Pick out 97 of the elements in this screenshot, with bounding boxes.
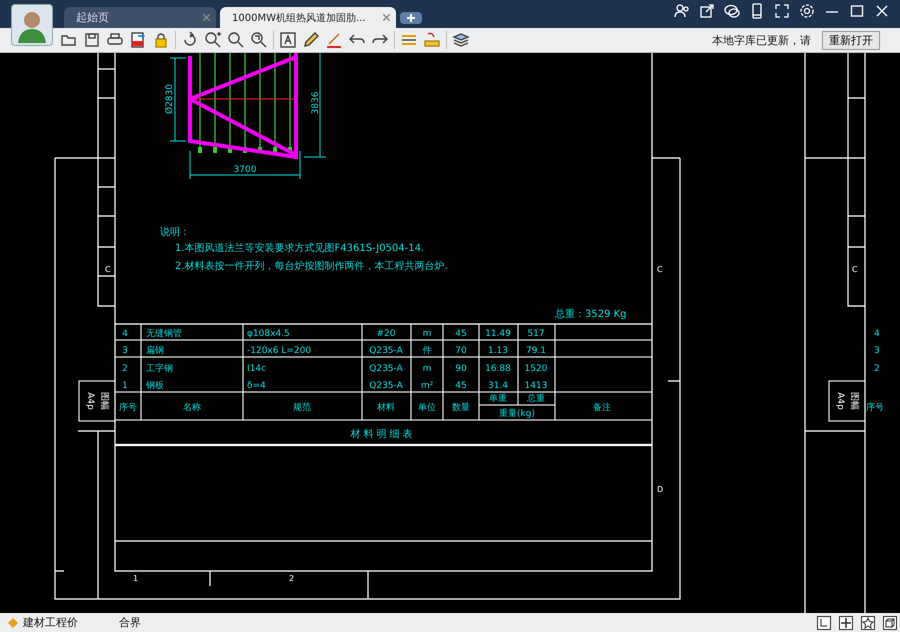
maximize-icon[interactable] [849,3,865,19]
table-cell: 工字钢 [146,364,173,374]
table-cell: 1 [122,381,128,391]
plus-icon [406,13,416,23]
table-title: 材料明细表 [350,429,416,440]
tab[interactable]: 起始页 [64,7,216,28]
title-block [78,380,116,422]
zone-label: C [657,265,663,274]
chat-icon[interactable] [724,3,740,19]
tab[interactable]: 1000MW机组热风道加固肋... [220,7,396,28]
table-cell: 70 [455,346,467,356]
users-icon[interactable] [674,3,690,19]
column-header: 数量 [452,403,470,413]
marker-icon[interactable] [325,31,343,49]
notes-title: 说明： [160,227,190,238]
zone-label: D [657,485,664,494]
note-text: 1.本图风道法兰等安装要求方式见图F4361S-J0504-14. [175,243,424,254]
diamond-icon [8,618,18,628]
title-block-text: 图幅 [99,392,109,410]
table-cell: 2 [122,364,128,374]
column-header: 序号 [866,403,884,413]
save-icon[interactable] [83,31,101,49]
zone-label: C [852,265,858,274]
table-cell: 扁钢 [146,346,164,356]
column-header: 备注 [593,403,611,413]
dimension-label: 3700 [234,165,256,175]
table-cell: 90 [455,364,467,374]
table-cell: 无缝钢管 [146,329,182,339]
zoom-window-icon[interactable] [250,31,268,49]
total-weight: 总重：3529 Kg [555,309,627,320]
table-cell: Q235-A [369,346,403,356]
table-cell: m [422,364,432,374]
title-block-text: 图幅 [849,392,859,410]
column-header: 序号 [119,403,137,413]
table-cell: δ=4 [247,381,266,391]
pdf-icon[interactable] [129,31,147,49]
column-header: 单重 [489,394,507,404]
table-cell: 16.88 [485,364,511,374]
ruler-icon[interactable] [423,31,441,49]
table-cell: #20 [376,329,396,339]
pencil-icon[interactable] [302,31,320,49]
zoom-in-icon[interactable] [204,31,222,49]
table-cell: m [422,329,432,339]
table-cell: 11.49 [485,329,511,339]
dimension-label: 3836 [311,92,321,114]
table-cell: 件 [422,346,432,356]
table-cell: 1520 [524,364,548,374]
table-cell: Q235-A [369,364,403,374]
layout-icon[interactable] [817,616,831,630]
table-cell: Q235-A [369,381,403,391]
text-box-icon[interactable] [279,31,297,49]
column-header: 重量(kg) [499,409,535,419]
reopen-button[interactable]: 重新打开 [822,30,880,50]
table-cell: φ108x4.5 [247,329,290,339]
column-header: 材料 [377,403,395,413]
table-cell: 79.1 [526,346,546,356]
status-text: 合界 [119,615,141,630]
title-block [828,380,866,422]
cube-icon[interactable] [883,616,897,630]
status-text: 建材工程价 [23,615,78,630]
table-cell: 1413 [524,381,548,391]
table-cell: 3 [874,346,880,356]
dimension-label: Ø2830 [165,84,175,114]
avatar-icon[interactable] [11,4,53,46]
table-cell: 3 [122,346,128,356]
column-header: 名称 [183,403,201,413]
share-icon[interactable] [699,3,715,19]
crosshair-icon[interactable] [839,616,853,630]
star-icon[interactable] [861,616,875,630]
font-update-notice: 本地字库已更新，请 [712,32,811,48]
fullscreen-icon[interactable] [774,3,790,19]
table-cell: 45 [455,329,467,339]
table-cell: 45 [455,381,467,391]
title-block-text: A4p [835,392,845,410]
zoom-icon[interactable] [227,31,245,49]
table-cell: -120x6 L=200 [247,346,312,356]
column-header: 规范 [293,403,311,413]
table-cell: 1.13 [488,346,508,356]
new-tab-button[interactable] [400,12,422,24]
title-block-text: A4p [85,392,95,410]
close-icon[interactable] [874,3,890,19]
column-header: 单位 [418,403,436,413]
table-cell: 31.4 [488,381,508,391]
table-cell: 4 [874,329,880,339]
settings-icon[interactable] [799,3,815,19]
zone-label: C [105,265,111,274]
table-cell: I14c [247,364,266,374]
table-cell: 钢板 [146,381,164,391]
zone-label: 1 [133,574,138,583]
table-cell: 4 [122,329,128,339]
zone-label: 2 [289,574,294,583]
table-cell: m² [420,381,434,391]
note-text: 2.材料表按一件开列，每台炉按图制作两件，本工程共两台炉. [175,261,448,272]
table-cell: 517 [527,329,545,339]
column-header: 总重 [527,394,545,404]
table-cell: 2 [874,364,880,374]
layers-icon[interactable] [452,31,470,49]
